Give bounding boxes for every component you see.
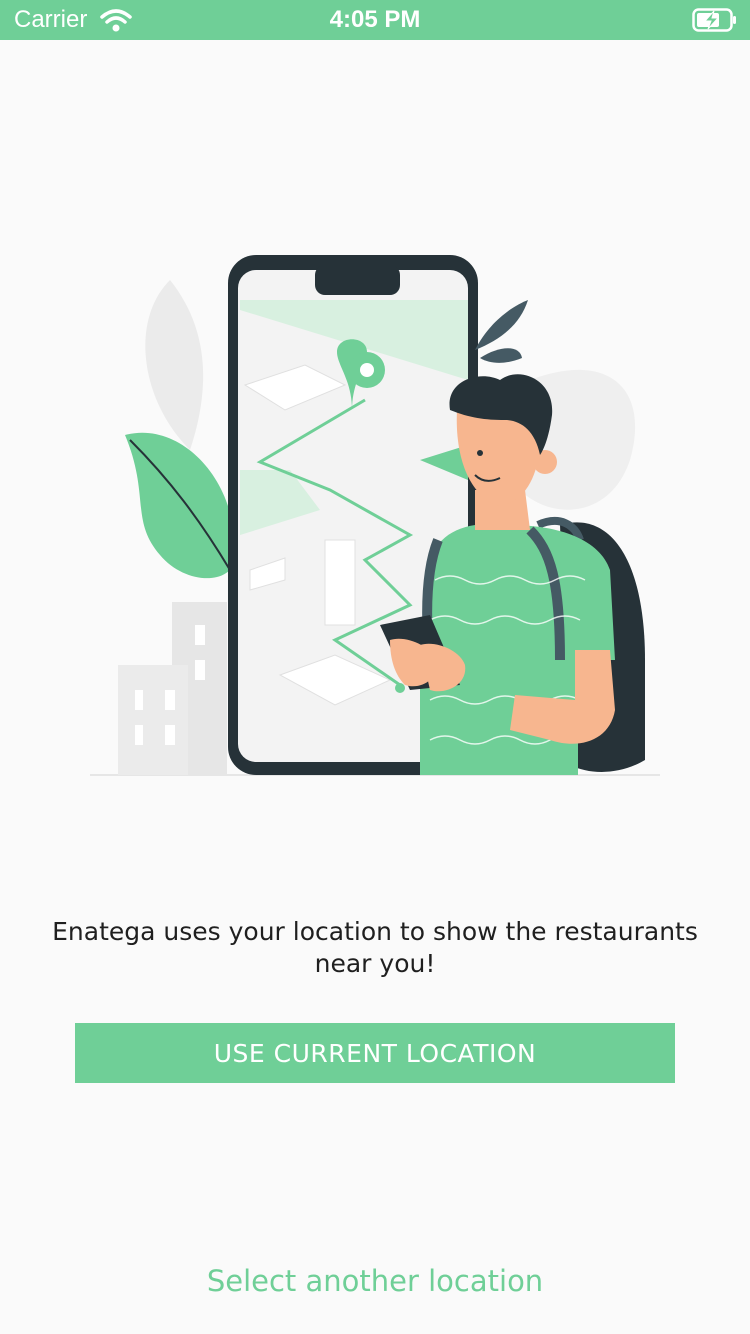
location-permission-screen: Carrier 4:05 PM Enatega uses your locati… — [0, 0, 750, 1334]
use-current-location-button[interactable]: USE CURRENT LOCATION — [75, 1023, 675, 1083]
location-map-illustration — [90, 255, 660, 776]
select-another-location-link[interactable]: Select another location — [75, 1264, 675, 1298]
location-explanation-text: Enatega uses your location to show the r… — [52, 917, 698, 978]
battery-charging-icon — [692, 8, 738, 37]
status-time: 4:05 PM — [329, 6, 421, 33]
status-bar: Carrier 4:05 PM — [0, 0, 750, 40]
